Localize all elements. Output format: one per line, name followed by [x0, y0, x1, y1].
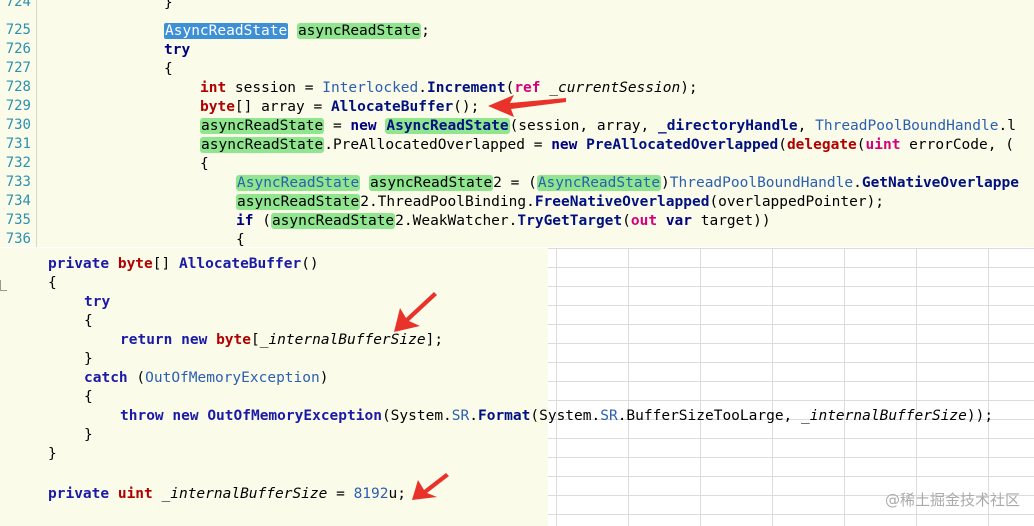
annotation-arrow-icon	[488, 95, 566, 117]
line-number: 735	[5, 212, 31, 228]
code-line: byte[] array = AllocateBuffer();	[200, 99, 480, 115]
line-number: 726	[5, 41, 31, 57]
spreadsheet-grid-background	[548, 248, 1034, 526]
grid-line	[548, 286, 1034, 287]
grid-line	[628, 248, 629, 526]
code-line: try	[84, 294, 111, 310]
code-line: private byte[] AllocateBuffer()	[48, 256, 319, 272]
code-line: throw new OutOfMemoryException(System.SR…	[120, 408, 994, 424]
code-line: }	[164, 0, 173, 11]
line-number: 732	[5, 155, 31, 171]
line-number: 728	[5, 79, 31, 95]
line-number: 727	[5, 60, 31, 76]
line-number: 725	[5, 22, 31, 38]
grid-line	[548, 438, 1034, 439]
type-highlight-selected: AsyncReadState	[164, 23, 289, 39]
code-line: {	[84, 389, 93, 405]
code-line: }	[84, 427, 93, 443]
code-line: int session = Interlocked.Increment(ref …	[200, 80, 698, 96]
grid-line	[548, 514, 1034, 515]
grid-line	[548, 400, 1034, 401]
line-number: 729	[5, 98, 31, 114]
grid-line	[916, 248, 917, 526]
grid-line	[988, 248, 989, 526]
line-number: 733	[5, 174, 31, 190]
code-line: }	[84, 351, 93, 367]
code-line: try	[164, 42, 191, 58]
grid-line	[548, 324, 1034, 325]
code-line: {	[236, 232, 245, 247]
code-line: asyncReadState = new AsyncReadState(sess…	[200, 118, 1016, 134]
code-line: {	[84, 313, 93, 329]
watermark: @稀土掘金技术社区	[884, 491, 1020, 509]
code-line: asyncReadState.PreAllocatedOverlapped = …	[200, 137, 1014, 153]
grid-line	[548, 305, 1034, 306]
grid-line	[548, 457, 1034, 458]
grid-line	[548, 362, 1034, 363]
annotation-arrow-icon	[394, 292, 437, 332]
grid-line	[772, 248, 773, 526]
grid-line	[548, 343, 1034, 344]
line-number: 736	[5, 231, 31, 247]
collapse-marker[interactable]	[0, 280, 7, 291]
code-line: AsyncReadState asyncReadState2 = (AsyncR…	[236, 175, 1019, 191]
code-line: catch (OutOfMemoryException)	[84, 370, 329, 386]
grid-line	[548, 267, 1034, 268]
line-number: 730	[5, 117, 31, 133]
top-code-editor[interactable]: 724 725 726 727 728 729 730 731 732 733 …	[0, 0, 1034, 247]
annotation-arrow-icon	[412, 473, 449, 500]
grid-line	[556, 248, 557, 526]
grid-line	[700, 248, 701, 526]
code-line: AsyncReadState asyncReadState;	[164, 23, 430, 39]
grid-line	[548, 381, 1034, 382]
symbol-highlight: asyncReadState	[296, 23, 422, 39]
code-line: }	[48, 446, 57, 462]
grid-line	[548, 248, 1034, 249]
grid-line	[844, 248, 845, 526]
code-line: {	[48, 275, 57, 291]
code-line: private uint _internalBufferSize = 8192u…	[48, 486, 406, 502]
line-number: 731	[5, 136, 31, 152]
code-line: {	[200, 156, 209, 172]
code-line: {	[164, 61, 173, 77]
line-number: 724	[5, 0, 31, 10]
bottom-code-editor[interactable]: private byte[] AllocateBuffer() { try { …	[0, 248, 993, 526]
grid-line	[548, 476, 1034, 477]
code-line: if (asyncReadState2.WeakWatcher.TryGetTa…	[236, 213, 771, 229]
line-number: 734	[5, 193, 31, 209]
code-line: asyncReadState2.ThreadPoolBinding.FreeNa…	[236, 194, 885, 210]
